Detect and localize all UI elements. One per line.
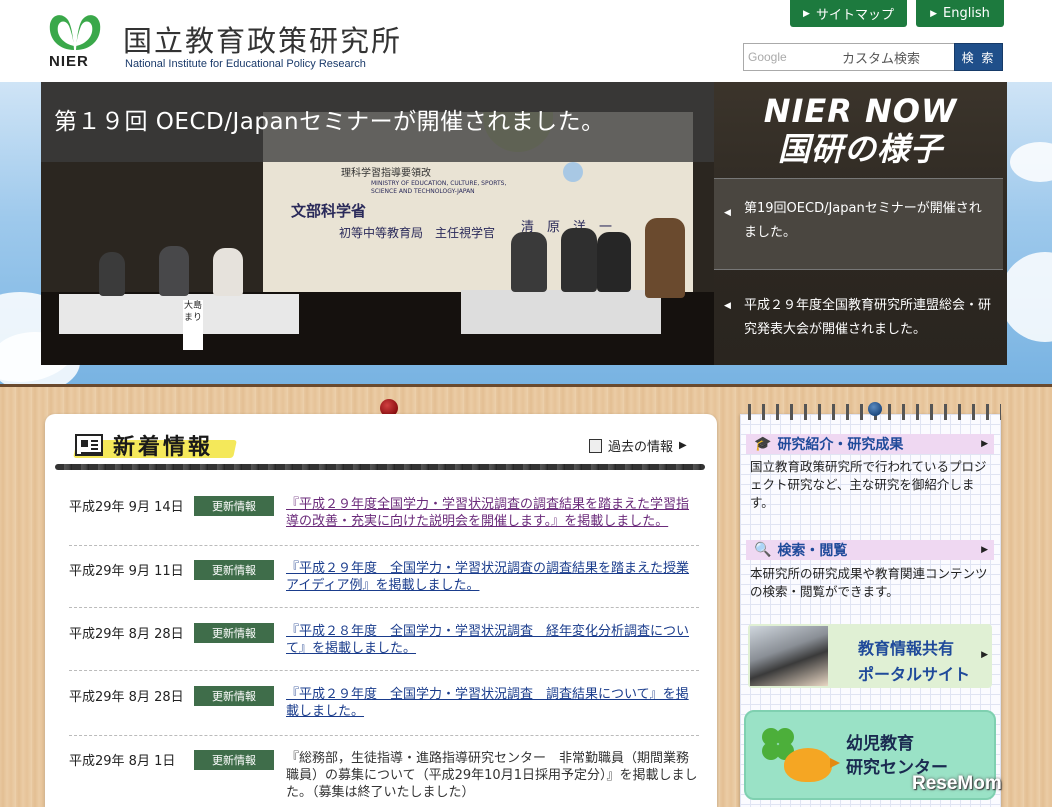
- news-row: 平成29年 9月 11日 更新情報 『平成２９年度 全国学力・学習状況調査の調査…: [69, 560, 699, 608]
- kinder-title-line1: 幼児教育: [846, 734, 914, 754]
- search-heading: 検索・閲覧: [777, 543, 848, 559]
- panel-table-right: [461, 290, 661, 334]
- news-badge: 更新情報: [194, 496, 274, 516]
- screen-text-ministry: 文部科学省: [291, 202, 367, 220]
- magnifier-icon: 🔍: [754, 542, 772, 558]
- triangle-left-icon: ◀: [724, 208, 731, 218]
- divider: [0, 384, 1052, 387]
- logo-abbreviation: NIER: [49, 53, 89, 70]
- nier-now-title-line1: NIER NOW: [763, 92, 958, 130]
- news-heading: 新着情報: [73, 430, 237, 460]
- hero-photo[interactable]: 理科学習指導要領改 文部科学省 MINISTRY OF EDUCATION, C…: [41, 82, 715, 365]
- news-badge: 更新情報: [194, 750, 274, 770]
- push-pin-icon: [868, 402, 882, 416]
- graduation-cap-icon: 🎓: [754, 436, 772, 452]
- panelist: [511, 232, 547, 292]
- panelist: [561, 228, 597, 292]
- portal-site-banner[interactable]: 教育情報共有 ポータルサイト ▶: [748, 624, 992, 688]
- nier-now-item[interactable]: ◀ 平成２９年度全国教育研究所連盟総会・研究発表大会が開催されました。: [714, 272, 1003, 364]
- past-news-link[interactable]: 過去の情報 ▶: [589, 436, 687, 455]
- triangle-right-icon: ▶: [679, 440, 687, 451]
- news-row: 平成29年 8月 1日 更新情報 『総務部，生徒指導・進路指導研究センター 非常…: [69, 750, 699, 807]
- search-button[interactable]: 検 索: [954, 43, 1003, 71]
- news-date: 平成29年 9月 11日: [69, 564, 184, 579]
- english-button[interactable]: ▶ English: [916, 0, 1004, 27]
- screen-text-ministry-en: MINISTRY OF EDUCATION, CULTURE, SPORTS, …: [371, 180, 507, 195]
- news-panel: 新着情報 過去の情報 ▶ 平成29年 9月 14日 更新情報 『平成２９年度全国…: [45, 414, 717, 807]
- search-heading-link[interactable]: 🔍 検索・閲覧 ▶: [746, 540, 994, 560]
- panelist: [645, 218, 685, 298]
- nier-now-panel: NIER NOW 国研の様子 ◀ 第19回OECD/Japanセミナーが開催され…: [714, 82, 1007, 365]
- news-link[interactable]: 『平成２９年度 全国学力・学習状況調査 調査結果について』を掲載しました。: [286, 686, 698, 720]
- news-badge: 更新情報: [194, 686, 274, 706]
- portal-title: 教育情報共有 ポータルサイト: [858, 636, 970, 688]
- news-row: 平成29年 8月 28日 更新情報 『平成２９年度 全国学力・学習状況調査 調査…: [69, 686, 699, 736]
- panelist: [213, 248, 243, 296]
- triangle-right-icon: ▶: [930, 8, 937, 19]
- panelist: [99, 252, 125, 296]
- english-label: English: [942, 6, 990, 21]
- brush-divider: [55, 464, 705, 470]
- nier-now-title: NIER NOW 国研の様子: [714, 92, 1007, 168]
- news-text: 『総務部，生徒指導・進路指導研究センター 非常勤職員（期間業務職員）の募集につい…: [286, 751, 698, 800]
- portal-photo: [750, 626, 828, 686]
- news-date: 平成29年 8月 1日: [69, 754, 176, 769]
- news-title: 新着情報: [113, 435, 214, 460]
- sitemap-button[interactable]: ▶ サイトマップ: [790, 0, 907, 27]
- screen-text-line: 理科学習指導要領改: [341, 168, 431, 179]
- triangle-right-icon: ▶: [981, 545, 988, 555]
- panelist: [159, 246, 189, 296]
- side-notebook: 🎓 研究紹介・研究成果 ▶ 国立教育政策研究所で行われているプロジェクト研究など…: [740, 414, 1001, 807]
- newspaper-icon: [75, 434, 103, 456]
- nameplate: 大島 まり: [183, 300, 203, 350]
- screen-text-bureau: 初等中等教育局 主任視学官: [339, 226, 496, 240]
- nier-now-item[interactable]: ◀ 第19回OECD/Japanセミナーが開催されました。: [714, 178, 1003, 270]
- org-name-english[interactable]: National Institute for Educational Polic…: [125, 58, 366, 70]
- document-icon: [589, 438, 602, 453]
- hero-caption[interactable]: 第１９回 OECD/Japanセミナーが開催されました。: [54, 102, 605, 136]
- search-description: 本研究所の研究成果や教育関連コンテンツの検索・閲覧ができます。: [750, 566, 988, 599]
- research-heading-link[interactable]: 🎓 研究紹介・研究成果 ▶: [746, 434, 994, 454]
- triangle-left-icon: ◀: [724, 301, 731, 311]
- news-date: 平成29年 8月 28日: [69, 690, 184, 705]
- site-header: NIER 国立教育政策研究所 National Institute for Ed…: [0, 0, 1052, 82]
- research-heading: 研究紹介・研究成果: [777, 437, 904, 453]
- news-badge: 更新情報: [194, 560, 274, 580]
- news-date: 平成29年 9月 14日: [69, 500, 184, 515]
- search-placeholder: カスタム検索: [841, 51, 920, 67]
- news-row: 平成29年 8月 28日 更新情報 『平成２８年度 全国学力・学習状況調査 経年…: [69, 623, 699, 671]
- panel-table-left: [59, 294, 299, 334]
- bird-icon: [784, 748, 840, 782]
- watermark-logo: ReseMom: [912, 773, 1002, 794]
- triangle-right-icon: ▶: [981, 650, 988, 660]
- news-link[interactable]: 『平成２９年度 全国学力・学習状況調査の調査結果を踏まえた授業アイディア例』を掲…: [286, 560, 698, 594]
- portal-title-line1: 教育情報共有: [858, 639, 955, 658]
- research-description: 国立教育政策研究所で行われているプロジェクト研究など、主な研究を御紹介します。: [750, 459, 987, 510]
- search-input[interactable]: Google カスタム検索: [743, 43, 955, 71]
- news-link[interactable]: 『平成２８年度 全国学力・学習状況調査 経年変化分析調査について』を掲載しました…: [286, 623, 698, 657]
- org-name-japanese[interactable]: 国立教育政策研究所: [123, 18, 402, 60]
- triangle-right-icon: ▶: [803, 8, 810, 19]
- news-row: 平成29年 9月 14日 更新情報 『平成２９年度全国学力・学習状況調査の調査結…: [69, 496, 699, 546]
- news-date: 平成29年 8月 28日: [69, 627, 184, 642]
- nier-now-title-line2: 国研の様子: [777, 130, 943, 168]
- google-brand: Google: [748, 50, 787, 64]
- news-link[interactable]: 『平成２９年度全国学力・学習状況調査の調査結果を踏まえた学習指導の改善・充実に向…: [286, 496, 698, 530]
- panelist: [597, 232, 631, 292]
- triangle-right-icon: ▶: [981, 439, 988, 449]
- sitemap-label: サイトマップ: [815, 8, 894, 23]
- nier-now-item-text: 平成２９年度全国教育研究所連盟総会・研究発表大会が開催されました。: [744, 298, 992, 337]
- past-news-label: 過去の情報: [608, 440, 674, 455]
- nier-now-item-text: 第19回OECD/Japanセミナーが開催されました。: [744, 201, 982, 240]
- news-badge: 更新情報: [194, 623, 274, 643]
- portal-title-line2: ポータルサイト: [858, 665, 971, 684]
